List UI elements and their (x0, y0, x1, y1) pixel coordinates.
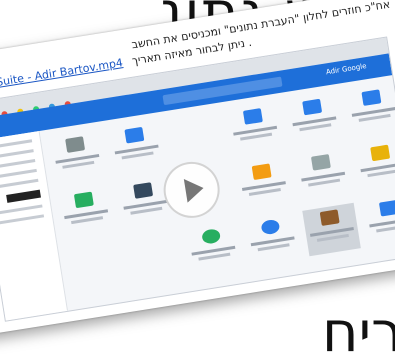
admin-tile-data-migration (302, 202, 361, 257)
admin-tile (243, 212, 302, 266)
sidebar-line (0, 214, 45, 225)
rules-icon (378, 199, 395, 217)
sidebar-button (6, 189, 41, 203)
slide-canvas: נוש נתונ ריח אח"כ חוזרים לחלון "העברת נת… (0, 0, 395, 363)
admin-tile (294, 147, 353, 201)
sidebar-line (0, 139, 33, 150)
gsuite-icon (370, 144, 391, 162)
user-icon (302, 98, 323, 116)
apps-icon (124, 126, 145, 144)
sidebar-line (0, 159, 36, 170)
sidebar-line (0, 204, 43, 215)
users-icon (242, 108, 263, 125)
dashboard-icon (361, 89, 382, 106)
document-snippet-card: אח"כ חוזרים לחלון "העברת נתונים" ומכניסי… (0, 0, 395, 336)
admin-tile (107, 120, 166, 174)
admin-tile (225, 101, 284, 155)
admin-tile (344, 83, 395, 137)
admin-tile (48, 130, 107, 184)
billing-icon (133, 182, 154, 199)
admin-tile (234, 157, 293, 211)
sidebar-line (0, 178, 39, 189)
admin-tile (184, 221, 243, 275)
sidebar-line (0, 168, 37, 180)
admin-tile (362, 193, 395, 247)
admin-tile (56, 185, 115, 239)
admin-tile (285, 92, 344, 146)
reports-icon (251, 163, 272, 181)
data-migration-icon (319, 209, 340, 226)
support-icon (201, 228, 222, 245)
domain-icon (310, 154, 331, 171)
devices-icon (65, 136, 86, 153)
migration-icon (260, 218, 281, 236)
admin-tile (353, 138, 395, 192)
header-user-label: Adir Google (325, 62, 368, 77)
slide-footer-fragment: ריח (322, 300, 395, 363)
sidebar-line (0, 149, 34, 160)
security-icon (73, 191, 94, 209)
